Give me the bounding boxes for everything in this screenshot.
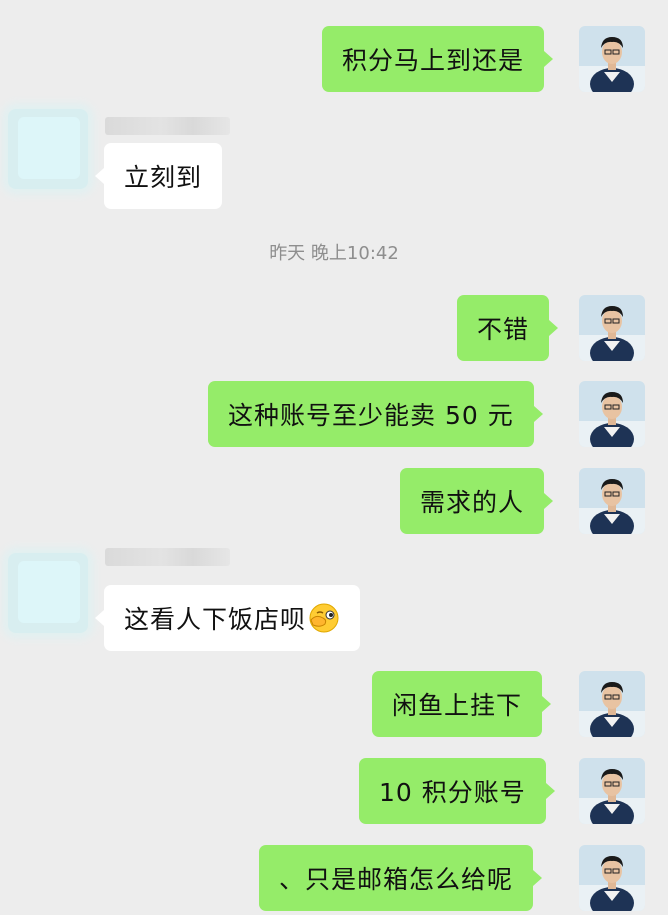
- message-bubble-self[interactable]: 闲鱼上挂下: [372, 671, 552, 737]
- contact-avatar[interactable]: [8, 109, 88, 189]
- message-bubble-self[interactable]: 不错: [457, 295, 559, 361]
- self-avatar[interactable]: [579, 26, 645, 92]
- message-text: 这看人下饭店呗: [124, 605, 307, 634]
- self-avatar[interactable]: [579, 295, 645, 361]
- message-bubble-self[interactable]: 这种账号至少能卖 50 元: [208, 381, 543, 447]
- timestamp: 昨天 晚上10:42: [269, 243, 399, 264]
- contact-name: [105, 117, 230, 135]
- self-avatar[interactable]: [579, 671, 645, 737]
- message-bubble-self[interactable]: 积分马上到还是: [322, 26, 554, 92]
- message-bubble-self[interactable]: 需求的人: [400, 468, 554, 534]
- message-bubble-self[interactable]: 10 积分账号: [359, 758, 555, 824]
- contact-name: [105, 548, 230, 566]
- self-avatar[interactable]: [579, 758, 645, 824]
- self-avatar[interactable]: [579, 381, 645, 447]
- message-bubble-self[interactable]: 、只是邮箱怎么给呢: [259, 845, 543, 911]
- contact-avatar[interactable]: [8, 553, 88, 633]
- self-avatar[interactable]: [579, 845, 645, 911]
- message-bubble-other[interactable]: 立刻到: [94, 143, 223, 209]
- self-avatar[interactable]: [579, 468, 645, 534]
- message-bubble-other[interactable]: 这看人下饭店呗: [94, 585, 361, 651]
- face-with-hand-over-mouth-icon: [308, 602, 340, 634]
